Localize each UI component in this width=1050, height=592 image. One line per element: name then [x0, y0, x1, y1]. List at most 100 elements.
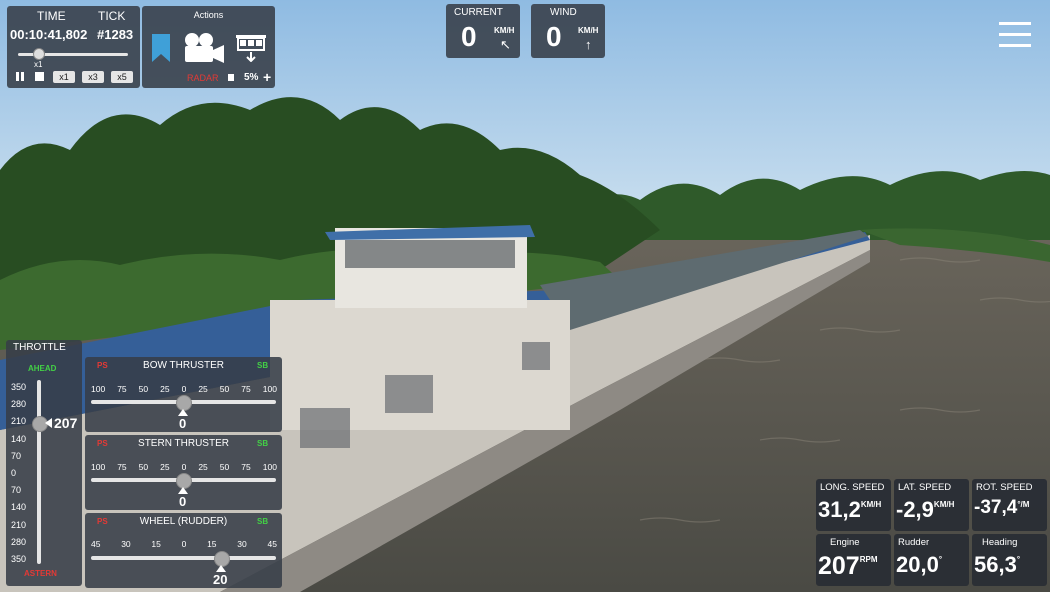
bookmark-icon[interactable]	[152, 34, 170, 62]
radar-label[interactable]: RADAR	[187, 73, 219, 83]
scale-tick-label: 45	[267, 539, 277, 549]
scale-tick-label: 75	[117, 384, 127, 394]
lat-speed-label: LAT. SPEED	[898, 482, 952, 493]
scale-tick-label: 50	[219, 462, 230, 472]
throttle-tick-label: 210	[11, 416, 27, 427]
lat-speed-gauge: LAT. SPEED -2,9KM/H	[894, 479, 969, 531]
stern-thruster-panel: PS STERN THRUSTER SB 100 75 50 25 0 25 50 75 100…	[85, 435, 282, 510]
wind-direction-icon: ↑	[585, 37, 592, 52]
scale-tick-label: 100	[91, 384, 106, 394]
engine-label: Engine	[830, 537, 860, 548]
current-value: 0	[461, 21, 477, 52]
speed-indicator: x1	[34, 60, 43, 69]
scale-tick-label: 30	[121, 539, 131, 549]
time-tick-panel: TIME TICK 00:10:41,802 #1283 x1 x1 x3 x5	[7, 6, 140, 88]
rot-speed-unit: °/M	[1017, 500, 1030, 509]
volume-label: 5%	[244, 72, 259, 83]
bow-thruster-pointer-icon	[178, 409, 188, 416]
throttle-astern-label: ASTERN	[24, 569, 57, 578]
throttle-tick-label: 140	[11, 502, 27, 513]
pause-icon[interactable]	[16, 72, 25, 81]
speed-x5-button[interactable]: x5	[111, 71, 133, 83]
throttle-panel: THROTTLE AHEAD ASTERN 350 280 210 140 70 0 70 1…	[6, 340, 82, 586]
rudder-track[interactable]	[91, 556, 276, 560]
rudder-value: 20	[213, 572, 228, 587]
wind-label: WIND	[550, 7, 577, 18]
rudder-gauge-value: 20,0	[896, 552, 939, 577]
scale-tick-label: 100	[262, 462, 277, 472]
heading-readout: 56,3°	[974, 552, 1020, 578]
lat-speed-value: -2,9	[896, 497, 934, 522]
throttle-pointer-icon	[45, 418, 52, 428]
throttle-tick-label: 70	[11, 450, 22, 461]
scale-tick-label: 0	[181, 462, 187, 472]
current-panel: CURRENT 0 KM/H ↖	[446, 4, 520, 58]
long-speed-readout: 31,2KM/H	[818, 497, 881, 523]
lat-speed-unit: KM/H	[933, 500, 955, 509]
throttle-track[interactable]	[37, 380, 41, 564]
rot-speed-gauge: ROT. SPEED -37,4°/M	[972, 479, 1047, 531]
actions-label: Actions	[193, 10, 224, 20]
stern-sb-label: SB	[257, 439, 269, 448]
heading-unit: °	[1016, 555, 1021, 564]
actions-panel: Actions RADAR 5% +	[142, 6, 275, 88]
time-label: TIME	[37, 9, 66, 23]
long-speed-gauge: LONG. SPEED 31,2KM/H	[816, 479, 891, 531]
scale-tick-label: 100	[262, 384, 277, 394]
rot-speed-value: -37,4	[974, 497, 1018, 518]
scale-tick-label: 25	[160, 384, 170, 394]
rudder-panel: PS WHEEL (RUDDER) SB 45 30 15 0 15 30 45 20	[85, 513, 282, 588]
scale-tick-label: 0	[181, 384, 187, 394]
rudder-gauge: Rudder 20,0°	[894, 534, 969, 586]
bow-thruster-scale: 100 75 50 25 0 25 50 75 100	[91, 384, 277, 394]
rudder-pointer-icon	[216, 565, 226, 572]
scale-tick-label: 50	[138, 462, 149, 472]
bow-thruster-panel: PS BOW THRUSTER SB 100 75 50 25 0 25 50 75 100 0	[85, 357, 282, 432]
rudder-gauge-readout: 20,0°	[896, 552, 942, 578]
scale-tick-label: 25	[198, 462, 208, 472]
wind-panel: WIND 0 KM/H ↑	[531, 4, 605, 58]
speed-x1-button[interactable]: x1	[53, 71, 75, 83]
scale-tick-label: 30	[237, 539, 247, 549]
current-label: CURRENT	[454, 7, 503, 18]
heading-value: 56,3	[974, 552, 1017, 577]
rot-speed-label: ROT. SPEED	[976, 482, 1033, 493]
stop-icon[interactable]	[35, 72, 44, 81]
current-direction-icon: ↖	[500, 37, 511, 52]
scale-tick-label: 75	[241, 384, 251, 394]
long-speed-value: 31,2	[818, 497, 861, 522]
scale-tick-label: 25	[198, 384, 208, 394]
throttle-ahead-label: AHEAD	[28, 364, 57, 373]
tick-value: #1283	[97, 27, 134, 42]
menu-icon[interactable]	[999, 22, 1031, 48]
time-value: 00:10:41,802	[10, 27, 88, 42]
bridge-view-icon[interactable]	[234, 30, 268, 62]
rudder-scale: 45 30 15 0 15 30 45	[91, 539, 277, 549]
volume-up-icon[interactable]: +	[263, 69, 271, 85]
engine-gauge: Engine 207RPM	[816, 534, 891, 586]
throttle-tick-label: 210	[11, 519, 27, 530]
throttle-tick-label: 350	[11, 554, 27, 564]
scale-tick-label: 75	[241, 462, 251, 472]
scale-tick-label: 0	[181, 539, 187, 549]
rudder-sb-label: SB	[257, 517, 269, 526]
volume-icon	[228, 74, 234, 81]
long-speed-unit: KM/H	[860, 500, 882, 509]
time-scale-knob[interactable]	[33, 48, 45, 60]
camera-icon[interactable]	[182, 32, 226, 64]
bow-sb-label: SB	[257, 361, 269, 370]
throttle-tick-label: 350	[11, 382, 27, 392]
scale-tick-label: 50	[138, 384, 149, 394]
rudder-gauge-label: Rudder	[898, 537, 930, 548]
throttle-tick-label: 280	[11, 536, 27, 547]
throttle-value: 207	[54, 415, 78, 431]
scale-tick-label: 50	[219, 384, 230, 394]
lat-speed-readout: -2,9KM/H	[896, 497, 954, 523]
engine-value: 207	[818, 552, 860, 580]
speed-x3-button[interactable]: x3	[82, 71, 104, 83]
stern-thruster-scale: 100 75 50 25 0 25 50 75 100	[91, 462, 277, 472]
scale-tick-label: 25	[160, 462, 170, 472]
throttle-tick-label: 140	[11, 433, 27, 444]
heading-label: Heading	[982, 537, 1018, 548]
rot-speed-readout: -37,4°/M	[974, 497, 1029, 519]
